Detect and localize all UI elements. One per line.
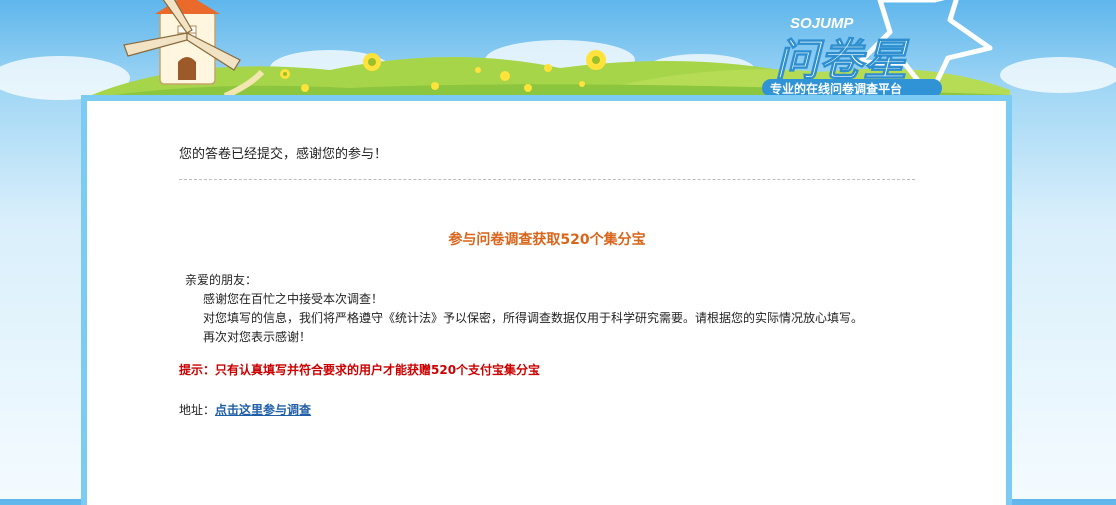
header-scenery: SOJUMP 问卷星 专业的在线问卷调查平台 [0, 0, 1116, 100]
logo-latin: SOJUMP [790, 15, 854, 32]
logo-cn: 问卷星 [775, 35, 910, 86]
logo-tagline: 专业的在线问卷调查平台 [770, 81, 902, 96]
survey-link[interactable]: 点击这里参与调查 [215, 403, 311, 417]
content-panel: 您的答卷已经提交，感谢您的参与！ 参与问卷调查获取520个集分宝 亲爱的朋友： … [81, 95, 1012, 505]
message-line: 感谢您在百忙之中接受本次调查！ [203, 292, 384, 306]
address-row: 地址：点击这里参与调查 [179, 401, 311, 418]
tip-notice: 提示：只有认真填写并符合要求的用户才能获赠520个支付宝集分宝 [179, 363, 541, 377]
header-banner: SOJUMP 问卷星 专业的在线问卷调查平台 [0, 0, 1116, 100]
message-line: 对您填写的信息，我们将严格遵守《统计法》予以保密，所得调查数据仅用于科学研究需要… [203, 311, 864, 325]
message-block: 亲爱的朋友： 感谢您在百忙之中接受本次调查！ 对您填写的信息，我们将严格遵守《统… [185, 271, 863, 347]
message-greeting: 亲爱的朋友： [185, 273, 258, 287]
address-label: 地址： [179, 403, 216, 417]
dashed-divider [179, 179, 915, 180]
promo-headline: 参与问卷调查获取520个集分宝 [448, 232, 646, 248]
submit-confirmation: 您的答卷已经提交，感谢您的参与！ [179, 147, 388, 162]
message-line: 再次对您表示感谢！ [203, 330, 312, 344]
